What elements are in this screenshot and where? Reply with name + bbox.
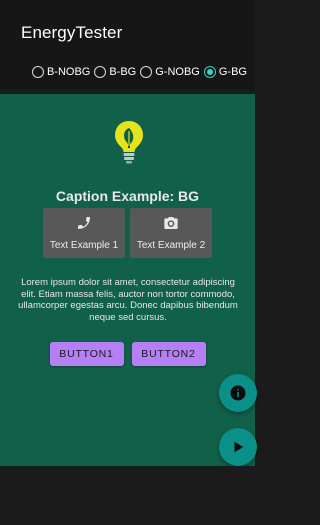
radio-g-nobg[interactable]: G-NOBG [140,66,200,78]
radio-b-nobg[interactable]: B-NOBG [31,66,91,78]
radio-label: B-NOBG [46,66,91,78]
radio-button-selected-icon [203,66,216,78]
button2[interactable]: BUTTON2 [131,342,206,366]
body-text: Lorem ipsum dolor sit amet, consectetur … [18,277,238,323]
tile-row: Text Example 1 Text Example 2 [0,208,255,258]
camera-icon [130,215,212,231]
play-icon [234,441,244,453]
button-row: BUTTON1 BUTTON2 [0,342,255,366]
radio-b-bg[interactable]: B-BG [94,66,136,78]
lightbulb-leaf-icon [115,121,143,164]
radio-label: G-BG [218,66,247,78]
play-fab-button[interactable] [219,428,257,466]
radio-g-bg[interactable]: G-BG [203,66,247,78]
tile-text-example-2[interactable]: Text Example 2 [130,208,212,258]
bottom-area [0,466,255,525]
radio-label: G-NOBG [155,66,200,78]
caption-text: Caption Example: BG [55,188,200,204]
radio-button-icon [94,66,107,78]
radio-button-icon [140,66,153,78]
info-icon [230,385,246,401]
info-fab-button[interactable] [219,374,257,412]
radio-button-icon [31,66,44,78]
tile-text-example-1[interactable]: Text Example 1 [43,208,125,258]
app-title: EnergyTester [21,23,123,42]
mode-radio-group: B-NOBG B-BG G-NOBG G-BG [0,54,255,90]
tile-label: Text Example 1 [49,240,119,251]
tile-label: Text Example 2 [136,240,206,251]
app-bar: EnergyTester [0,12,255,54]
button1[interactable]: BUTTON1 [49,342,124,366]
phone-icon [43,215,125,231]
radio-label: B-BG [109,66,137,78]
main-content: Caption Example: BG Text Example 1 Text … [0,94,255,466]
status-bar [0,0,255,12]
